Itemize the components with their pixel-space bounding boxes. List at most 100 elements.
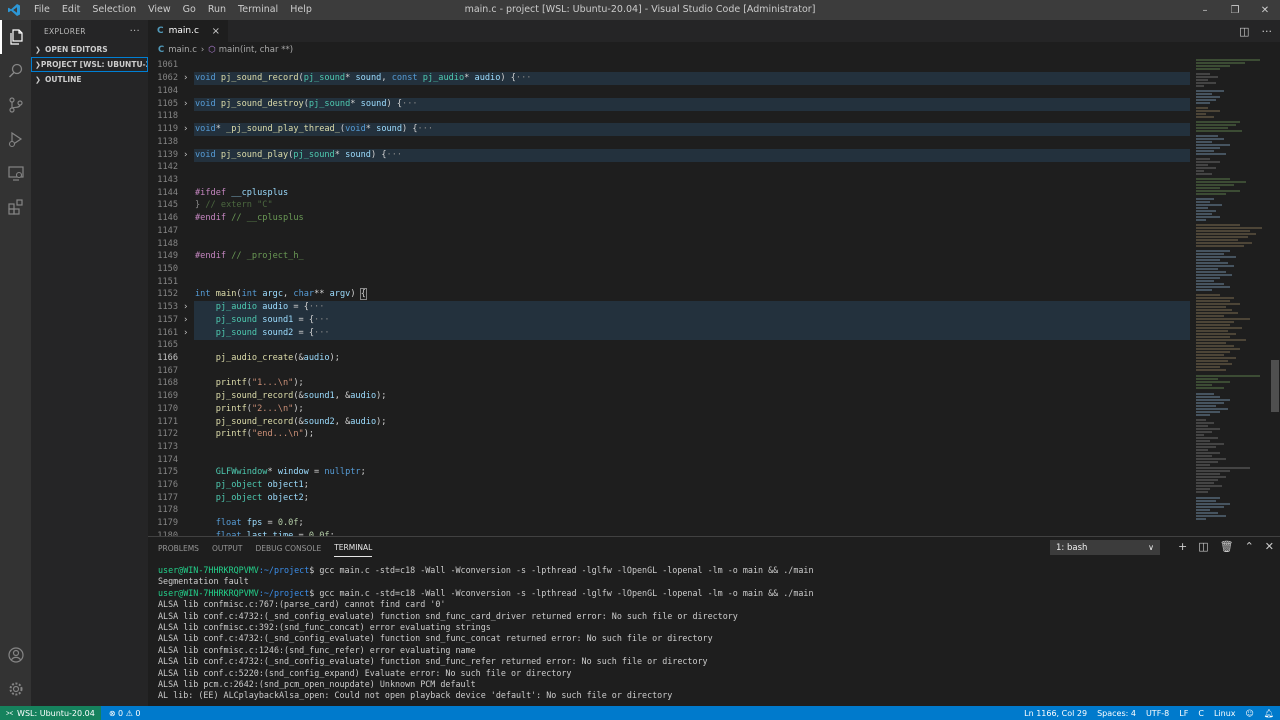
code-line: 1148 <box>157 239 178 249</box>
notifications-bell-icon[interactable]: 🔔︎ <box>1264 709 1274 718</box>
fold-collapsed-icon: › <box>183 328 189 338</box>
tab-problems[interactable]: PROBLEMS <box>158 540 199 557</box>
scrollbar-thumb[interactable] <box>1271 360 1279 412</box>
account-icon[interactable] <box>0 638 31 672</box>
terminal-line: user@WIN-7HHRKRQPVMV:~/project$ gcc main… <box>158 565 814 575</box>
more-actions-icon[interactable]: ··· <box>130 26 140 37</box>
close-tab-icon[interactable]: × <box>212 26 220 37</box>
extensions-icon[interactable] <box>0 190 31 224</box>
code-line: 1153 › pj_audio audio = {··· <box>148 301 1190 314</box>
tab-main-c[interactable]: C main.c × <box>148 20 228 42</box>
terminal-line: ALSA lib conf.c:4732:(_snd_config_evalua… <box>158 633 713 644</box>
function-icon: ⬡ <box>208 45 216 55</box>
minimap[interactable] <box>1190 58 1270 536</box>
breadcrumb-file[interactable]: main.c <box>168 45 197 55</box>
maximize-panel-icon[interactable]: ⌃ <box>1245 540 1254 553</box>
editor-tabs: C main.c × ◫ ··· <box>148 20 1280 42</box>
minimize-icon[interactable]: – <box>1190 0 1220 20</box>
menu-terminal[interactable]: Terminal <box>232 0 284 20</box>
indentation-status[interactable]: Spaces: 4 <box>1097 709 1136 718</box>
settings-gear-icon[interactable] <box>0 672 31 706</box>
search-icon[interactable] <box>0 54 31 88</box>
bottom-panel: PROBLEMS OUTPUT DEBUG CONSOLE TERMINAL 1… <box>148 536 1280 706</box>
eol-status[interactable]: LF <box>1179 709 1188 718</box>
kill-terminal-icon[interactable]: 🗑︎ <box>1220 540 1234 553</box>
editor-scrollbar[interactable] <box>1270 58 1280 536</box>
tab-debug-console[interactable]: DEBUG CONSOLE <box>256 540 322 557</box>
source-control-icon[interactable] <box>0 88 31 122</box>
breadcrumb-symbol[interactable]: main(int, char **) <box>219 45 293 55</box>
language-mode[interactable]: C <box>1198 709 1204 718</box>
menu-file[interactable]: File <box>28 0 56 20</box>
restore-icon[interactable]: ❐ <box>1220 0 1250 20</box>
terminal-line: ALSA lib confmisc.c:392:(snd_func_concat… <box>158 622 491 633</box>
code-line: 1146 #endif // __cplusplus <box>157 213 304 223</box>
menu-view[interactable]: View <box>142 0 177 20</box>
menu-edit[interactable]: Edit <box>56 0 86 20</box>
remote-label: WSL: Ubuntu-20.04 <box>17 708 95 718</box>
code-line: 1061 <box>157 60 178 70</box>
section-project[interactable]: ❯ PROJECT [WSL: UBUNTU-2... <box>31 57 148 72</box>
code-line: 1173 <box>157 442 178 452</box>
split-editor-icon[interactable]: ◫ <box>1239 25 1249 38</box>
code-line: 1152 int main(int argc, char** argv) { <box>157 288 367 300</box>
code-line: 1167 <box>157 366 178 376</box>
code-line: 1165 <box>157 340 178 350</box>
cursor-position[interactable]: Ln 1166, Col 29 <box>1024 709 1087 718</box>
code-line: 1118 <box>157 111 178 121</box>
tab-terminal[interactable]: TERMINAL <box>334 539 373 557</box>
title-bar: File Edit Selection View Go Run Terminal… <box>0 0 1280 20</box>
code-line: 1168 printf("1...\n"); <box>157 378 304 388</box>
code-editor[interactable]: 1061 1062 › void pj_sound_record(pj_sound*… <box>148 58 1190 536</box>
code-line: 1179 float fps = 0.0f; <box>157 518 304 528</box>
code-line: 1174 <box>157 455 178 465</box>
code-line: 1161 › pj_sound sound2 = {··· <box>148 327 1190 340</box>
section-outline[interactable]: ❯ OUTLINE <box>31 72 148 87</box>
problems-status[interactable]: ⊗ 0 ⚠ 0 <box>109 709 141 718</box>
code-line: 1147 <box>157 226 178 236</box>
close-window-icon[interactable]: ✕ <box>1250 0 1280 20</box>
c-file-icon: C <box>157 26 164 36</box>
code-line: 1142 <box>157 162 178 172</box>
code-line: 1151 <box>157 277 178 287</box>
sidebar-title: EXPLORER <box>44 26 86 36</box>
code-line: 1138 <box>157 137 178 147</box>
code-line: 1105 › void pj_sound_destroy(pj_sound* sou… <box>148 98 1190 111</box>
code-line: 1178 <box>157 505 178 515</box>
os-status[interactable]: Linux <box>1214 709 1236 718</box>
terminal-line: ALSA lib confmisc.c:767:(parse_card) can… <box>158 599 446 610</box>
close-panel-icon[interactable]: ✕ <box>1265 540 1274 553</box>
more-actions-icon[interactable]: ··· <box>1262 25 1273 38</box>
code-line: 1172 printf("end...\n"); <box>157 429 315 439</box>
encoding-status[interactable]: UTF-8 <box>1146 709 1169 718</box>
tab-output[interactable]: OUTPUT <box>212 540 243 557</box>
menu-run[interactable]: Run <box>202 0 232 20</box>
menu-bar: File Edit Selection View Go Run Terminal… <box>28 0 318 20</box>
section-label: OPEN EDITORS <box>45 45 108 54</box>
menu-selection[interactable]: Selection <box>86 0 142 20</box>
code-line: 1170 printf("2...\n"); <box>157 404 304 414</box>
fold-collapsed-icon: › <box>183 150 189 160</box>
menu-go[interactable]: Go <box>177 0 202 20</box>
feedback-icon[interactable]: ☺ <box>1246 709 1254 718</box>
explorer-icon[interactable] <box>0 20 31 54</box>
section-open-editors[interactable]: ❯ OPEN EDITORS <box>31 42 148 57</box>
new-terminal-icon[interactable]: + <box>1178 540 1187 553</box>
activity-bar <box>0 20 31 706</box>
split-terminal-icon[interactable]: ◫ <box>1198 540 1208 553</box>
run-debug-icon[interactable] <box>0 122 31 156</box>
terminal-output[interactable]: user@WIN-7HHRKRQPVMV:~/project$ gcc main… <box>158 565 813 702</box>
terminal-line: ALSA lib confmisc.c:1246:(snd_func_refer… <box>158 644 476 655</box>
terminal-line: ALSA lib conf.c:4732:(_snd_config_evalua… <box>158 610 738 621</box>
remote-indicator[interactable]: ⪥ WSL: Ubuntu-20.04 <box>0 706 101 720</box>
code-line: 1143 <box>157 175 178 185</box>
remote-explorer-icon[interactable] <box>0 156 31 190</box>
terminal-select[interactable]: 1: bash ∨ <box>1050 540 1160 555</box>
code-line: 1104 <box>157 86 178 96</box>
terminal-line: user@WIN-7HHRKRQPVMV:~/project$ gcc main… <box>158 587 814 598</box>
code-line: 1062 › void pj_sound_record(pj_sound* soun… <box>148 72 1190 85</box>
fold-collapsed-icon: › <box>183 99 189 109</box>
code-line: 1171 pj_sound_record(&sound2, &audio); <box>157 417 387 427</box>
menu-help[interactable]: Help <box>284 0 318 20</box>
code-line: 1139 › void pj_sound_play(pj_sound* sound)… <box>148 149 1190 162</box>
